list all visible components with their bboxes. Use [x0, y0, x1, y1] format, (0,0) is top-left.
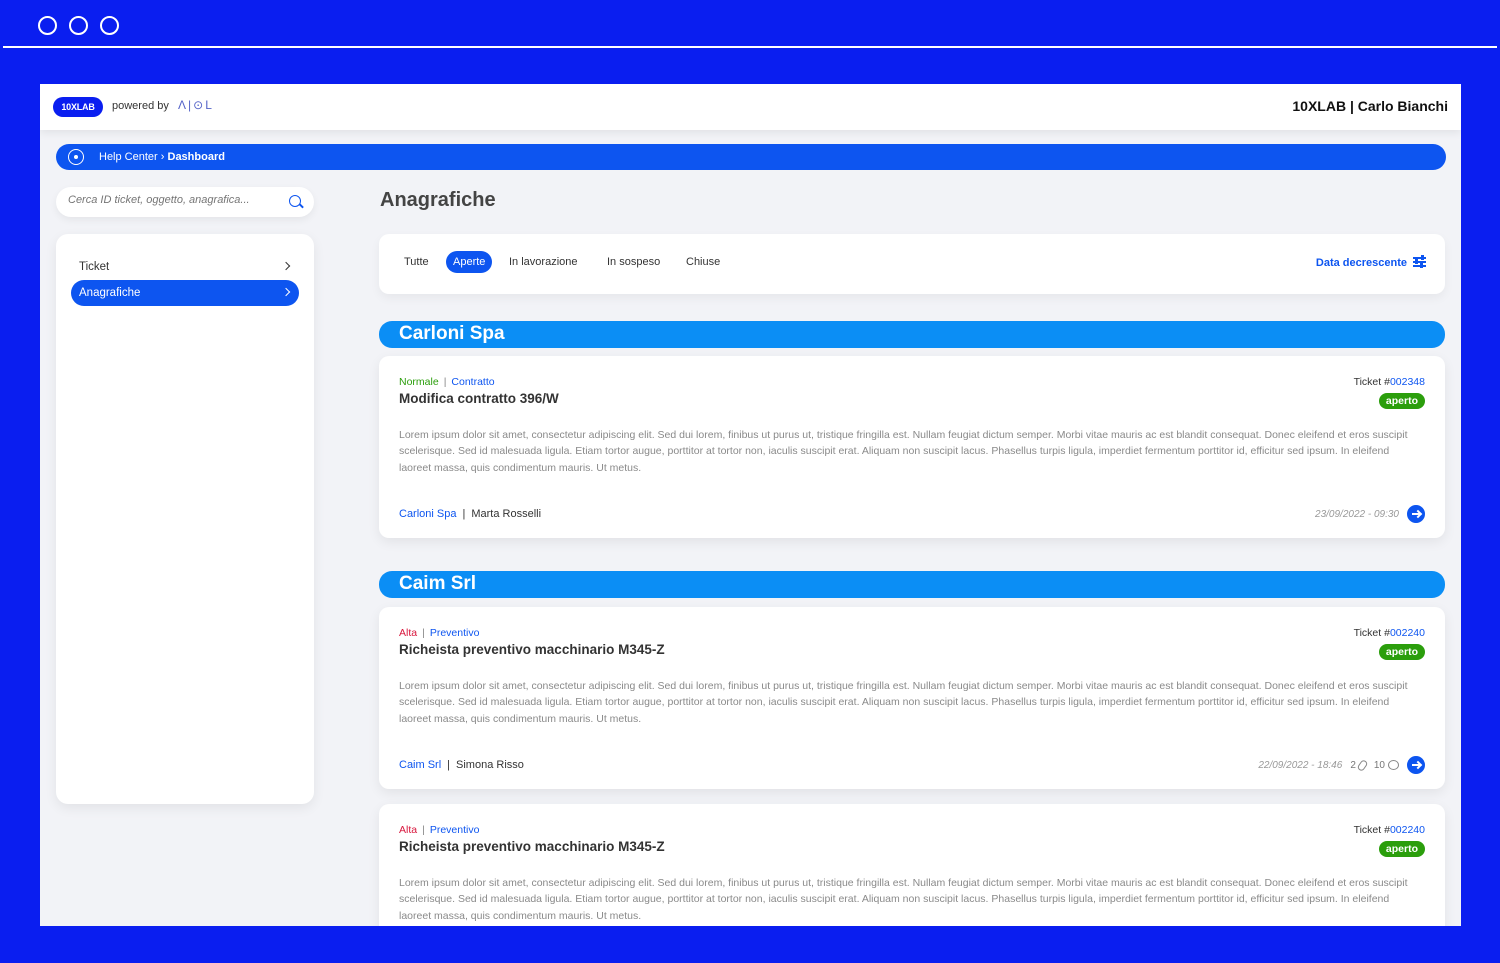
sidebar-item-ticket[interactable]: Ticket [71, 254, 299, 280]
company-link[interactable]: Caim Srl [399, 759, 441, 771]
meta-separator: | [443, 376, 447, 388]
ticket-number: Ticket #002348 [1354, 376, 1425, 388]
contact-name: Simona Risso [456, 759, 524, 771]
group-header: Caim Srl [379, 571, 1445, 598]
window-dot[interactable] [38, 16, 57, 35]
status-badge: aperto [1378, 393, 1425, 409]
sidebar-item-label: Anagrafiche [79, 287, 141, 299]
ticket-number-prefix: Ticket # [1353, 376, 1390, 388]
attachments-count-value: 2 [1350, 759, 1356, 771]
ticket-meta: Alta | Preventivo [399, 824, 479, 836]
chevron-right-icon [281, 287, 291, 297]
ticket-card[interactable]: Alta | Preventivo Richeista preventivo mac… [379, 804, 1445, 926]
arrow-right-circle-icon[interactable] [1407, 505, 1425, 523]
company-link[interactable]: Carloni Spa [399, 508, 456, 520]
user-name[interactable]: 10XLAB | Carlo Bianchi [1292, 98, 1448, 114]
chevron-right-icon [281, 261, 291, 271]
ticket-meta: Normale | Contratto [399, 376, 495, 388]
footer-separator: | [462, 508, 466, 520]
priority-label: Normale [399, 376, 439, 388]
ticket-title[interactable]: Modifica contratto 396/W [399, 391, 559, 406]
arrow-right-circle-icon[interactable] [1407, 756, 1425, 774]
ticket-footer-actions: 22/09/2022 - 18:46 2 10 [1258, 756, 1425, 774]
ticket-datetime: 23/09/2022 - 09:30 [1315, 508, 1399, 520]
ticket-description: Lorem ipsum dolor sit amet, consectetur … [399, 429, 1408, 474]
breadcrumb-root[interactable]: Help Center [99, 151, 158, 163]
filter-tab-in-sospeso[interactable]: In sospeso [600, 251, 667, 273]
partner-logo: Λ|⊙L [178, 98, 214, 112]
ticket-number-value[interactable]: 002240 [1390, 824, 1425, 836]
window-divider [3, 46, 1497, 48]
category-label: Contratto [451, 376, 495, 388]
ticket-number: Ticket #002240 [1354, 627, 1425, 639]
status-badge: aperto [1378, 644, 1425, 660]
ticket-datetime: 22/09/2022 - 18:46 [1258, 759, 1343, 771]
search-icon[interactable] [289, 195, 301, 207]
app-window: 10XLAB powered by Λ|⊙L 10XLAB | Carlo Bi… [40, 84, 1461, 926]
ticket-description: Lorem ipsum dolor sit amet, consectetur … [399, 680, 1408, 725]
comments-count-value: 10 [1373, 759, 1385, 771]
ticket-footer-info: Carloni Spa | Marta Rosselli [399, 508, 541, 520]
window-dot[interactable] [69, 16, 88, 35]
ticket-number-value[interactable]: 002348 [1390, 376, 1425, 388]
filter-tab-tutte[interactable]: Tutte [397, 251, 436, 273]
meta-separator: | [422, 824, 425, 836]
sort-icon[interactable] [1413, 255, 1426, 268]
window-dot[interactable] [100, 16, 119, 35]
attachments-count[interactable]: 2 [1350, 758, 1369, 772]
filter-tab-in-lavorazione[interactable]: In lavorazione [502, 251, 585, 273]
comments-count[interactable]: 10 [1374, 760, 1399, 771]
comment-icon [1388, 760, 1399, 770]
search-input[interactable] [68, 194, 278, 206]
footer-separator: | [447, 759, 451, 771]
status-badge: aperto [1378, 841, 1425, 857]
ticket-number-prefix: Ticket # [1353, 627, 1390, 639]
ticket-card[interactable]: Normale | Contratto Modifica contratto 396… [379, 356, 1445, 538]
top-bar: 10XLAB powered by Λ|⊙L 10XLAB | Carlo Bi… [40, 84, 1461, 130]
sort-dropdown[interactable]: Data decrescente [1316, 257, 1407, 269]
group-header: Carloni Spa [379, 321, 1445, 348]
category-label: Preventivo [429, 824, 480, 836]
ticket-title[interactable]: Richeista preventivo macchinario M345-Z [399, 839, 665, 854]
contact-name: Marta Rosselli [471, 508, 542, 520]
ticket-meta: Alta | Preventivo [399, 627, 479, 639]
sidebar-item-anagrafiche[interactable]: Anagrafiche [71, 280, 299, 306]
ticket-title[interactable]: Richeista preventivo macchinario M345-Z [399, 642, 665, 657]
ticket-number-value[interactable]: 002240 [1390, 627, 1425, 639]
meta-separator: | [422, 627, 425, 639]
window-controls [38, 16, 119, 35]
ticket-number-prefix: Ticket # [1353, 824, 1390, 836]
filter-tab-aperte[interactable]: Aperte [446, 251, 493, 273]
powered-by-label: powered by [112, 100, 169, 112]
sidebar-item-label: Ticket [79, 261, 110, 273]
ticket-number: Ticket #002240 [1354, 824, 1425, 836]
breadcrumb-current[interactable]: Dashboard [168, 151, 225, 163]
brand-logo[interactable]: 10XLAB [53, 97, 103, 117]
sidebar: Ticket Anagrafiche [56, 234, 314, 804]
ticket-footer-actions: 23/09/2022 - 09:30 [1315, 505, 1425, 523]
search-box [56, 187, 314, 217]
category-label: Preventivo [429, 627, 480, 639]
filter-tab-chiuse[interactable]: Chiuse [679, 251, 727, 273]
ticket-card[interactable]: Alta | Preventivo Richeista preventivo mac… [379, 607, 1445, 789]
breadcrumb-text: Help Center › Dashboard [99, 151, 225, 163]
target-icon [68, 149, 84, 165]
ticket-footer-info: Caim Srl | Simona Risso [399, 759, 524, 771]
ticket-description: Lorem ipsum dolor sit amet, consectetur … [399, 877, 1408, 922]
paperclip-icon [1356, 758, 1369, 772]
breadcrumb-separator: › [160, 151, 165, 163]
page-title: Anagrafiche [380, 189, 496, 211]
filter-bar: Tutte Aperte In lavorazione In sospeso C… [379, 234, 1445, 294]
priority-label: Alta [399, 824, 418, 836]
priority-label: Alta [399, 627, 418, 639]
breadcrumb: Help Center › Dashboard [56, 144, 1446, 170]
